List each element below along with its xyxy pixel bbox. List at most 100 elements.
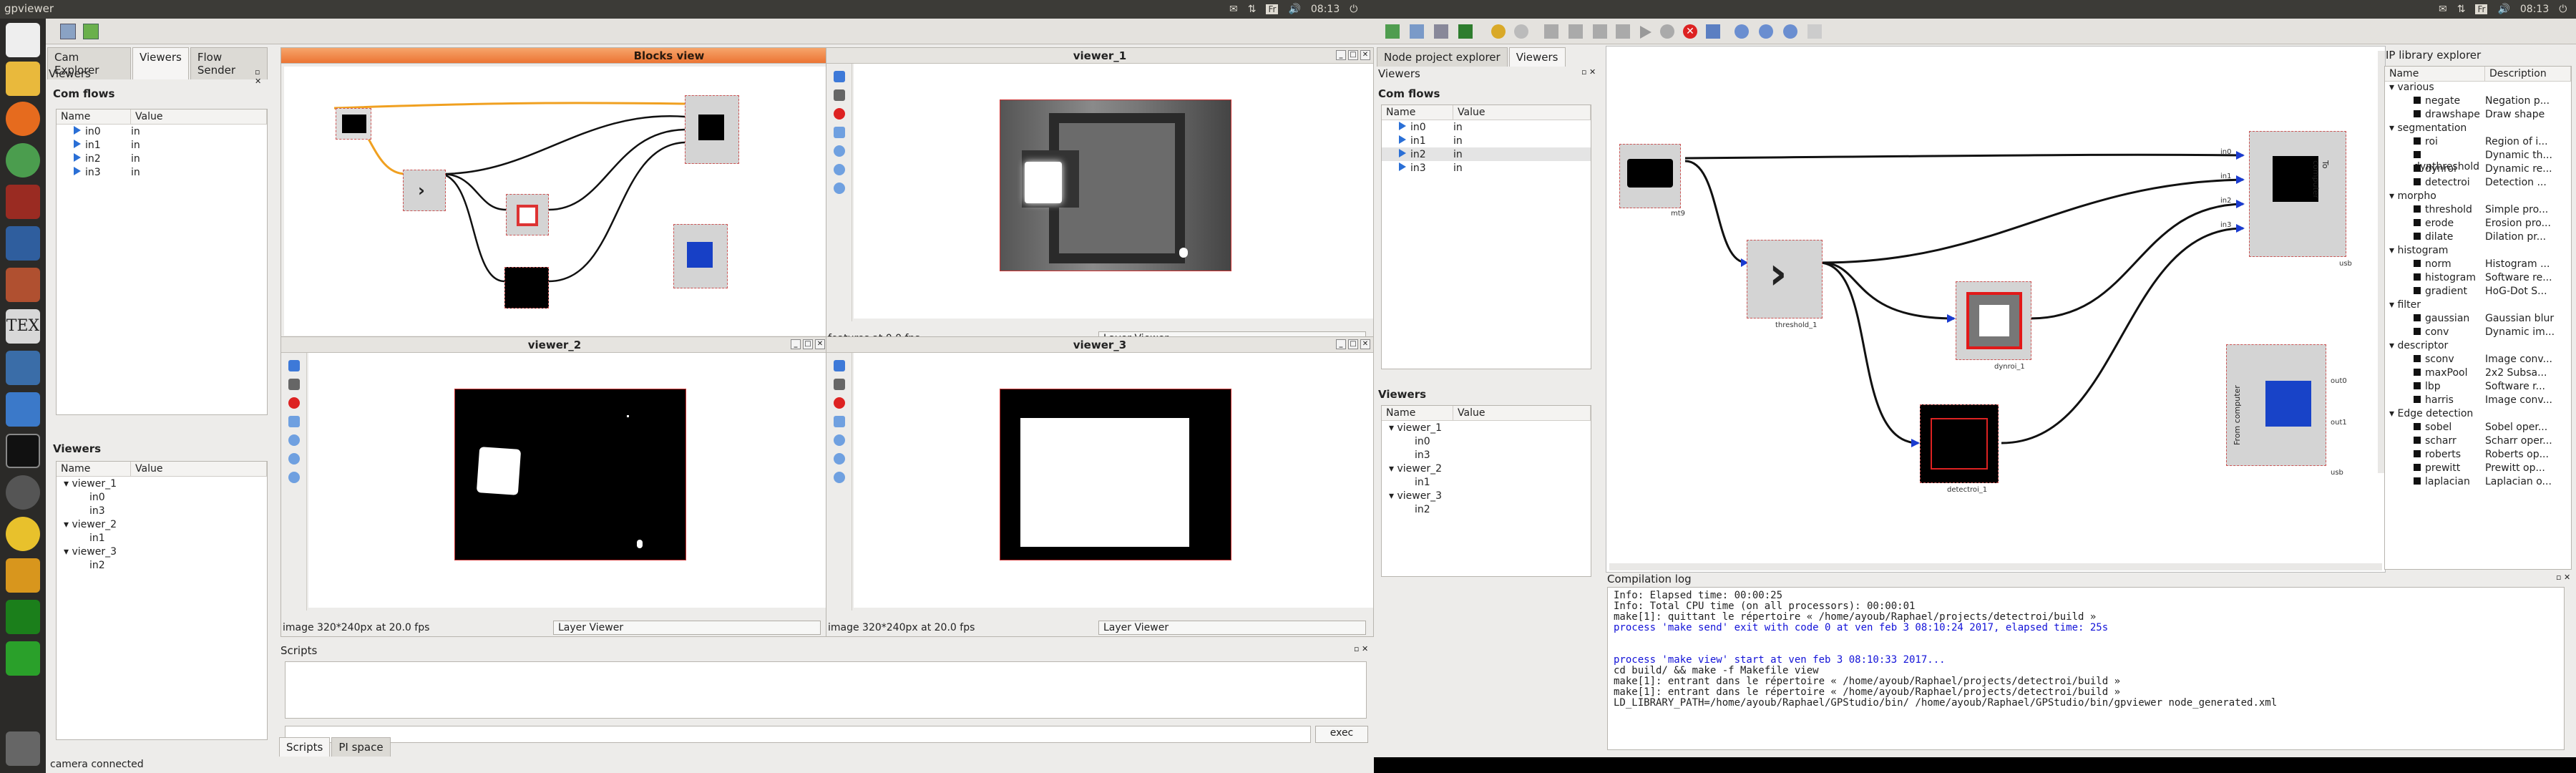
power-icon[interactable]: ⏻: [1350, 4, 1357, 15]
trash-icon[interactable]: [6, 731, 40, 766]
tree-node[interactable]: ▾ viewer_3: [57, 545, 267, 558]
mini-node-dynroi[interactable]: [506, 194, 549, 235]
tree-leaf[interactable]: in1: [1382, 475, 1591, 489]
chat-icon[interactable]: ✉: [1229, 4, 1238, 15]
gpnode-icon[interactable]: [6, 600, 40, 634]
node-graph-canvas[interactable]: mt9 › threshold_1 dynroi_1 detectroi_1 T…: [1606, 46, 2386, 573]
minimize-icon[interactable]: _: [1336, 50, 1346, 60]
tree-leaf[interactable]: in0: [57, 490, 267, 504]
zoom-fit-icon[interactable]: [288, 472, 300, 483]
tree-leaf[interactable]: in1: [57, 531, 267, 545]
dock-float-close-icon[interactable]: ▫ ✕: [1581, 67, 1596, 77]
save-icon[interactable]: [833, 379, 845, 390]
node-threshold[interactable]: ›: [1747, 240, 1823, 319]
settings-icon[interactable]: [833, 416, 845, 427]
ip-item[interactable]: roberts Roberts op...: [2385, 449, 2571, 462]
pause-icon[interactable]: [833, 71, 845, 82]
new-project-icon[interactable]: [1385, 24, 1400, 39]
table-row[interactable]: in0 in: [1382, 120, 1591, 134]
chat-icon-2[interactable]: ✉: [2439, 4, 2447, 15]
zoom-out-icon[interactable]: [833, 453, 845, 465]
generate-icon[interactable]: [1593, 24, 1607, 39]
ip-item[interactable]: sobel Sobel oper...: [2385, 422, 2571, 435]
search-icon[interactable]: [6, 23, 40, 57]
keyboard-fr-icon[interactable]: Fr: [1266, 4, 1279, 14]
tab-viewers[interactable]: Viewers: [132, 47, 189, 79]
record-icon[interactable]: [288, 397, 300, 409]
terminal-icon[interactable]: [6, 434, 40, 468]
clock-left[interactable]: 08:13: [1311, 4, 1340, 15]
table-row[interactable]: in2 in: [57, 152, 267, 165]
port-in2[interactable]: in2: [2220, 197, 2231, 205]
viewer-1-canvas[interactable]: [854, 64, 1373, 319]
ip-group[interactable]: ▾ various: [2385, 82, 2571, 95]
col-description[interactable]: Description: [2485, 67, 2571, 81]
connect-icon[interactable]: [83, 24, 99, 39]
pause-icon[interactable]: [288, 360, 300, 371]
play-icon[interactable]: [1640, 26, 1652, 39]
node-usb-from[interactable]: From computer: [2226, 344, 2326, 466]
zoom-out-icon[interactable]: [1759, 24, 1773, 39]
ip-item[interactable]: dynthreshold Dynamic th...: [2385, 150, 2571, 172]
save-icon[interactable]: [288, 379, 300, 390]
tree-node[interactable]: ▾ viewer_2: [1382, 462, 1591, 475]
ip-group[interactable]: ▾ segmentation: [2385, 122, 2571, 136]
board-icon[interactable]: [1458, 24, 1473, 39]
tools-icon[interactable]: [6, 558, 40, 593]
ip-item[interactable]: laplacian Laplacian o...: [2385, 476, 2571, 490]
ip-item[interactable]: roi Region of i...: [2385, 136, 2571, 150]
node-dynroi[interactable]: [1956, 281, 2031, 360]
col-value[interactable]: Value: [131, 462, 267, 476]
zoom-in-icon[interactable]: [288, 434, 300, 446]
ip-item[interactable]: negate Negation p...: [2385, 95, 2571, 109]
col-name[interactable]: Name: [2385, 67, 2485, 81]
tree-node[interactable]: ▾ viewer_1: [1382, 421, 1591, 434]
update-icon[interactable]: [6, 475, 40, 510]
ip-item[interactable]: drawshape Draw shape: [2385, 109, 2571, 122]
tree-leaf[interactable]: in0: [1382, 434, 1591, 448]
dock-float-close-icon[interactable]: ▫ ✕: [2556, 573, 2570, 582]
viewer-2-canvas[interactable]: [308, 353, 828, 608]
mini-node-usb-to[interactable]: [685, 95, 739, 164]
compile-icon[interactable]: [1616, 24, 1630, 39]
tab-pi-space[interactable]: PI space: [331, 737, 391, 757]
app-launcher-icon[interactable]: [6, 62, 40, 96]
dock-float-close-icon[interactable]: ▫ ✕: [255, 67, 269, 86]
tab-node-viewers[interactable]: Viewers: [1508, 47, 1566, 67]
node-mt9[interactable]: [1619, 144, 1681, 208]
document-icon[interactable]: [6, 226, 40, 261]
close-icon[interactable]: ✕: [1360, 339, 1370, 349]
record-icon[interactable]: [833, 397, 845, 409]
col-value[interactable]: Value: [1453, 105, 1591, 120]
pause-icon[interactable]: [833, 360, 845, 371]
table-row[interactable]: in2 in: [1382, 147, 1591, 161]
clean-icon[interactable]: [1568, 24, 1583, 39]
port-out0[interactable]: out0: [2331, 377, 2347, 385]
table-row[interactable]: in3 in: [1382, 161, 1591, 175]
volume-icon-2[interactable]: 🔊: [2497, 4, 2509, 15]
ip-group[interactable]: ▾ filter: [2385, 299, 2571, 313]
volume-icon[interactable]: 🔊: [1288, 4, 1300, 15]
col-name[interactable]: Name: [57, 462, 131, 476]
ip-item[interactable]: harris Image conv...: [2385, 394, 2571, 408]
minimize-icon[interactable]: _: [791, 339, 801, 349]
save-project-icon[interactable]: [1434, 24, 1448, 39]
build-icon[interactable]: [1544, 24, 1558, 39]
ip-item[interactable]: sconv Image conv...: [2385, 354, 2571, 367]
ip-item[interactable]: histogram Software re...: [2385, 272, 2571, 286]
port-in3[interactable]: in3: [2220, 221, 2231, 229]
tree-node[interactable]: ▾ viewer_3: [1382, 489, 1591, 502]
maximize-icon[interactable]: □: [1348, 339, 1358, 349]
maximize-icon[interactable]: □: [803, 339, 813, 349]
undo-icon[interactable]: [1491, 24, 1506, 39]
tab-node-project-explorer[interactable]: Node project explorer: [1377, 47, 1508, 67]
mini-node-threshold[interactable]: ›: [403, 170, 446, 211]
tree-node[interactable]: ▾ viewer_2: [57, 517, 267, 531]
col-value[interactable]: Value: [131, 110, 267, 124]
script-input[interactable]: [285, 726, 1311, 743]
tab-scripts[interactable]: Scripts: [279, 737, 331, 757]
zoom-out-icon[interactable]: [833, 164, 845, 175]
ip-item[interactable]: norm Histogram ...: [2385, 258, 2571, 272]
network-icon-2[interactable]: ⇅: [2457, 4, 2466, 15]
open-project-icon[interactable]: [1410, 24, 1424, 39]
